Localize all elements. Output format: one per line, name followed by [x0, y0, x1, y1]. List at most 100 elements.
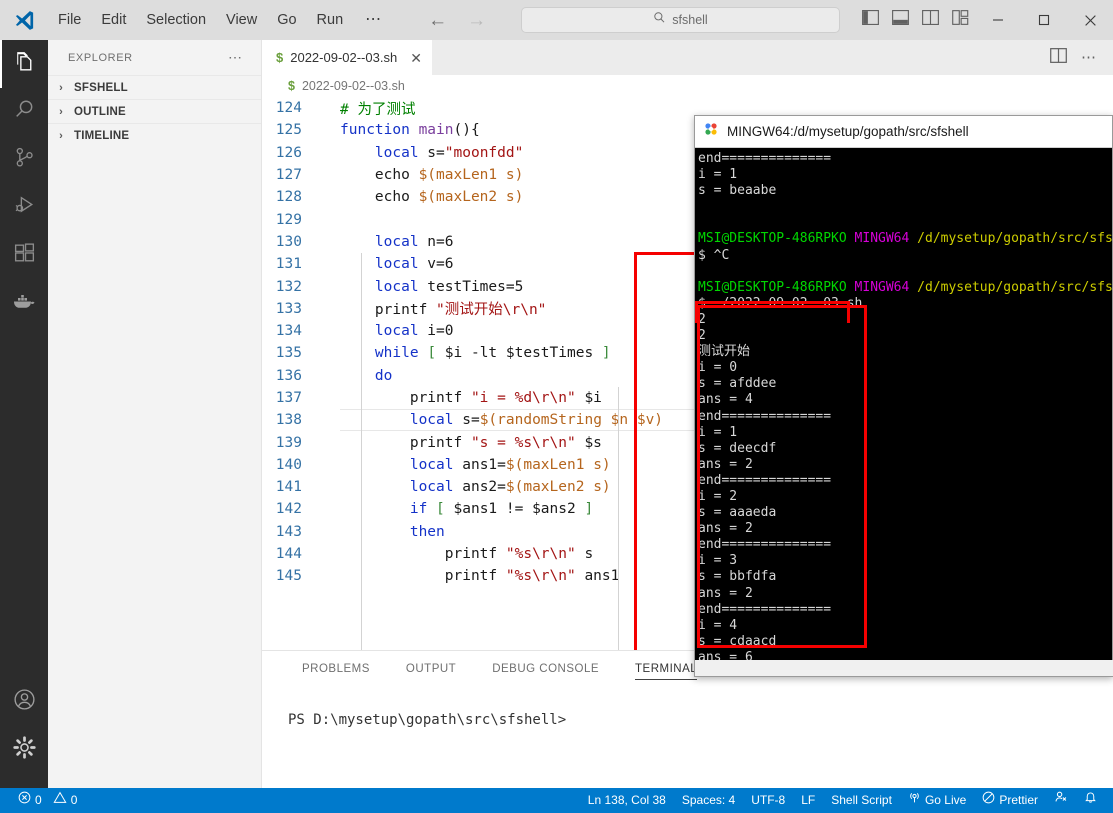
menu-go[interactable]: Go	[267, 0, 306, 40]
activity-item-docker[interactable]	[0, 280, 48, 328]
close-icon[interactable]: ✕	[410, 51, 422, 65]
activity-item-search[interactable]	[0, 88, 48, 136]
arrow-right-icon[interactable]: →	[467, 11, 486, 30]
code-token: local	[374, 278, 419, 295]
terminal-segment: $ ./2022-09-02--03.sh	[698, 295, 863, 311]
code-line-text: local v=6	[340, 256, 454, 272]
activity-item-explorer[interactable]	[0, 40, 48, 88]
split-editor-icon[interactable]	[1050, 47, 1067, 68]
terminal-segment: ans = 4	[698, 392, 753, 408]
toggle-primary-sidebar-icon[interactable]	[862, 10, 879, 30]
status-remote[interactable]	[1046, 788, 1076, 813]
editor-tab-label: 2022-09-02--03.sh	[290, 50, 398, 65]
vscode-logo-icon	[0, 0, 48, 40]
code-token: "i = %d\r\n"	[470, 390, 576, 406]
terminal-segment: /d/mysetup/gopath/src/sfshell	[917, 231, 1112, 247]
activity-item-run-and-debug[interactable]	[0, 184, 48, 232]
status-eol[interactable]: LF	[793, 788, 823, 813]
layout-controls	[862, 10, 969, 30]
code-token: $ans1 != $ans2	[444, 501, 585, 518]
status-notifications[interactable]	[1076, 788, 1105, 813]
menu-selection[interactable]: Selection	[136, 0, 216, 40]
status-go-live[interactable]: Go Live	[900, 788, 974, 813]
terminal-panel-content[interactable]: PS D:\mysetup\gopath\src\sfshell>	[262, 686, 1113, 728]
close-icon[interactable]	[1067, 0, 1113, 40]
sidebar-item-sfshell[interactable]: › SFSHELL	[48, 75, 261, 99]
status-prettier[interactable]: Prettier	[974, 788, 1046, 813]
terminal-segment: i = 2	[698, 488, 738, 504]
sidebar-title: EXPLORER	[68, 51, 133, 64]
chevron-right-icon: ›	[59, 129, 63, 142]
toggle-secondary-sidebar-icon[interactable]	[922, 10, 939, 30]
line-number: 142	[275, 501, 302, 518]
more-actions-icon[interactable]: ⋯	[1081, 50, 1097, 65]
sidebar-item-outline[interactable]: › OUTLINE	[48, 99, 261, 123]
status-encoding[interactable]: UTF-8	[743, 788, 793, 813]
code-token: main	[418, 122, 454, 139]
menu-run[interactable]: Run	[307, 0, 354, 40]
mingw-logo-icon	[703, 121, 719, 142]
code-line-text: then	[340, 524, 445, 540]
terminal-segment: 测试开始	[698, 344, 751, 360]
chevron-right-icon: ›	[59, 81, 63, 94]
status-problems[interactable]: 0 0	[10, 788, 85, 813]
code-line-text: echo $(maxLen1 s)	[340, 167, 523, 183]
arrow-left-icon[interactable]: ←	[428, 11, 447, 30]
code-token: v=6	[418, 256, 454, 273]
line-number: 129	[275, 211, 302, 228]
menu-file[interactable]: File	[48, 0, 91, 40]
status-cursor-position[interactable]: Ln 138, Col 38	[580, 788, 674, 813]
status-indentation[interactable]: Spaces: 4	[674, 788, 743, 813]
activity-item-manage[interactable]	[0, 726, 48, 774]
panel-tab-output[interactable]: OUTPUT	[388, 651, 474, 686]
code-token: ans1=	[453, 456, 506, 473]
terminal-segment: s = afddee	[698, 376, 777, 392]
search-input-value: sfshell	[672, 13, 708, 27]
terminal-segment: ans = 2	[698, 456, 753, 472]
terminal-segment: s = deecdf	[698, 440, 777, 456]
terminal-segment	[847, 280, 855, 295]
code-token: testTimes=5	[418, 278, 524, 295]
terminal-line: $ ./2022-09-02--03.sh	[698, 296, 1112, 312]
code-line-text: do	[340, 368, 392, 384]
maximize-icon[interactable]	[1021, 0, 1067, 40]
terminal-segment: i = 1	[698, 424, 738, 440]
sidebar-header: EXPLORER ⋯	[48, 40, 261, 75]
gear-icon	[12, 735, 37, 765]
mingw64-terminal-window[interactable]: MINGW64:/d/mysetup/gopath/src/sfshell en…	[694, 115, 1113, 677]
mingw64-title-bar[interactable]: MINGW64:/d/mysetup/gopath/src/sfshell	[695, 116, 1112, 148]
customize-layout-icon[interactable]	[952, 10, 969, 30]
menu-more[interactable]: ⋯	[353, 0, 394, 40]
menu-view[interactable]: View	[216, 0, 267, 40]
mingw64-output[interactable]: end============== i = 1s = beaabe MSI@DES…	[695, 148, 1112, 676]
sidebar-item-label: TIMELINE	[74, 129, 130, 142]
breadcrumb-label: 2022-09-02--03.sh	[301, 79, 405, 93]
code-token: local	[374, 233, 419, 250]
code-token: $i	[575, 390, 602, 406]
toggle-panel-icon[interactable]	[892, 10, 909, 30]
menu-edit[interactable]: Edit	[91, 0, 136, 40]
code-token: "测试开始\r\n"	[436, 302, 547, 319]
line-number: 134	[275, 323, 302, 340]
code-line-text: local n=6	[340, 234, 454, 250]
status-language-mode[interactable]: Shell Script	[823, 788, 900, 813]
editor-tab-active[interactable]: $ 2022-09-02--03.sh ✕	[262, 40, 432, 75]
code-token: "%s\r\n"	[505, 546, 576, 563]
ellipsis-icon[interactable]: ⋯	[228, 49, 243, 66]
code-token: echo	[340, 167, 419, 184]
panel-tab-problems[interactable]: PROBLEMS	[284, 651, 388, 686]
panel-tab-debug-console[interactable]: DEBUG CONSOLE	[474, 651, 617, 686]
terminal-line: i = 0	[698, 360, 1112, 376]
activity-item-accounts[interactable]	[0, 678, 48, 726]
sidebar-item-timeline[interactable]: › TIMELINE	[48, 123, 261, 147]
code-token: local	[409, 479, 454, 496]
activity-item-source-control[interactable]	[0, 136, 48, 184]
minimize-icon[interactable]	[975, 0, 1021, 40]
terminal-segment: ans = 2	[698, 585, 753, 601]
line-number: 133	[275, 300, 302, 317]
activity-item-extensions[interactable]	[0, 232, 48, 280]
search-input[interactable]: sfshell	[521, 7, 840, 33]
